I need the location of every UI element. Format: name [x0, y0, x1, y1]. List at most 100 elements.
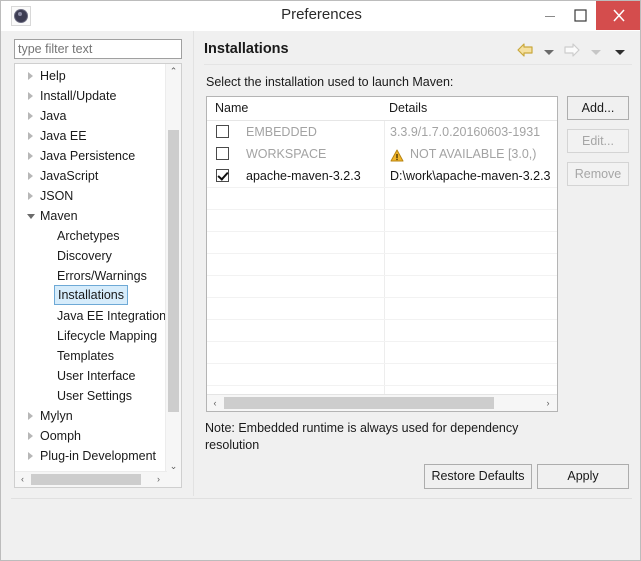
empty-row-separator — [207, 319, 557, 320]
chevron-right-icon[interactable] — [28, 112, 33, 120]
sidebar-item-mylyn[interactable]: Mylyn — [15, 406, 167, 426]
table-header-row: Name Details — [207, 97, 557, 121]
apply-label: Apply — [567, 469, 599, 483]
page-title: Installations — [204, 41, 289, 57]
empty-row-separator — [207, 187, 557, 188]
tree-hscroll-thumb[interactable] — [31, 474, 141, 485]
table-row[interactable]: EMBEDDED 3.3.9/1.7.0.20160603-1931 — [207, 121, 557, 143]
sidebar-item-label: Java — [40, 109, 67, 123]
chevron-down-icon[interactable] — [27, 214, 35, 219]
empty-row-separator — [207, 209, 557, 210]
minimize-button[interactable] — [534, 1, 565, 30]
column-header-details[interactable]: Details — [389, 97, 427, 120]
tree-scroll-up-arrow[interactable]: ⌃ — [166, 64, 181, 79]
sidebar-item-lifecycle-mapping[interactable]: Lifecycle Mapping — [15, 326, 167, 346]
filter-input[interactable] — [14, 39, 182, 59]
sidebar-item-maven[interactable]: Maven — [15, 206, 167, 226]
sidebar-item-label: JSON — [40, 189, 74, 203]
sidebar-item-java-ee[interactable]: Java EE — [15, 126, 167, 146]
dialog-footer: ? OK Cancel — [1, 499, 640, 554]
table-scroll-left-arrow[interactable]: ‹ — [207, 395, 223, 411]
row-checkbox[interactable] — [216, 125, 229, 138]
cell-details: D:\work\apache-maven-3.2.3 — [390, 169, 551, 183]
tree-scroll-right-arrow[interactable]: › — [151, 472, 166, 487]
tree-vscroll-thumb[interactable] — [168, 130, 179, 412]
sidebar-item-help[interactable]: Help — [15, 66, 167, 86]
sidebar-item-label: Oomph — [40, 429, 81, 443]
tree-horizontal-scrollbar[interactable]: ‹ › — [15, 471, 167, 487]
chevron-right-icon[interactable] — [28, 452, 33, 460]
add-button[interactable]: Add... — [567, 96, 629, 120]
panel-divider — [193, 31, 194, 496]
sidebar-item-oomph[interactable]: Oomph — [15, 426, 167, 446]
chevron-right-icon[interactable] — [28, 412, 33, 420]
restore-defaults-label: Restore Defaults — [431, 469, 525, 483]
sidebar-item-label: User Interface — [57, 369, 136, 383]
sidebar-item-install-update[interactable]: Install/Update — [15, 86, 167, 106]
sidebar-item-errors-warnings[interactable]: Errors/Warnings — [15, 266, 167, 286]
preferences-tree[interactable]: Help Install/Update Java Java EE Java Persis… — [14, 63, 182, 488]
sidebar-item-discovery[interactable]: Discovery — [15, 246, 167, 266]
sidebar-item-archetypes[interactable]: Archetypes — [15, 226, 167, 246]
edit-button[interactable]: Edit... — [567, 129, 629, 153]
row-checkbox[interactable] — [216, 147, 229, 160]
empty-row-separator — [207, 275, 557, 276]
sidebar-item-label: Plug-in Development — [40, 449, 157, 463]
back-arrow-icon[interactable] — [516, 42, 534, 63]
sidebar-item-label: Java Persistence — [40, 149, 136, 163]
add-button-label: Add... — [581, 101, 615, 115]
sidebar-item-label: Install/Update — [40, 89, 117, 103]
restore-defaults-button[interactable]: Restore Defaults — [424, 464, 532, 489]
table-row[interactable]: apache-maven-3.2.3 D:\work\apache-maven-3… — [207, 165, 557, 187]
table-scroll-right-arrow[interactable]: › — [540, 395, 556, 411]
tree-vertical-scrollbar[interactable]: ⌃ ⌄ — [165, 64, 181, 474]
sidebar-item-label: Discovery — [57, 249, 112, 263]
row-checkbox[interactable] — [216, 169, 229, 182]
sidebar-item-label: JavaScript — [40, 169, 99, 183]
apply-button[interactable]: Apply — [537, 464, 629, 489]
warning-triangle-icon — [390, 147, 404, 162]
sidebar-item-label: User Settings — [57, 389, 133, 403]
chevron-right-icon[interactable] — [28, 72, 33, 80]
chevron-right-icon[interactable] — [28, 152, 33, 160]
cell-name: apache-maven-3.2.3 — [246, 169, 361, 183]
tree-scroll-left-arrow[interactable]: ‹ — [15, 472, 30, 487]
sidebar-item-javascript[interactable]: JavaScript — [15, 166, 167, 186]
chevron-right-icon[interactable] — [28, 192, 33, 200]
chevron-right-icon[interactable] — [28, 92, 33, 100]
preferences-dialog: Preferences Help Install/Update Java Java E… — [0, 0, 641, 561]
installations-table[interactable]: Name Details EMBEDDED 3.3.9/1.7.0.2016060… — [206, 96, 558, 412]
chevron-right-icon[interactable] — [28, 132, 33, 140]
sidebar-item-user-interface[interactable]: User Interface — [15, 366, 167, 386]
back-history-chevron-down-icon[interactable] — [543, 50, 554, 55]
empty-row-separator — [207, 253, 557, 254]
sidebar-item-java-persistence[interactable]: Java Persistence — [15, 146, 167, 166]
sidebar-item-java-ee-integration[interactable]: Java EE Integration — [15, 306, 167, 326]
chevron-right-icon[interactable] — [28, 432, 33, 440]
table-hscroll-thumb[interactable] — [224, 397, 494, 409]
close-button[interactable] — [596, 1, 640, 30]
tree-item-list: Help Install/Update Java Java EE Java Persis… — [15, 66, 167, 486]
cell-details: 3.3.9/1.7.0.20160603-1931 — [390, 125, 541, 139]
table-horizontal-scrollbar[interactable]: ‹ › — [207, 394, 557, 411]
column-header-name[interactable]: Name — [215, 97, 248, 120]
empty-row-separator — [207, 231, 557, 232]
page-menu-chevron-down-icon[interactable] — [615, 50, 625, 55]
forward-arrow-icon — [563, 42, 581, 63]
forward-history-chevron-down-icon — [590, 50, 601, 55]
remove-button[interactable]: Remove — [567, 162, 629, 186]
chevron-right-icon[interactable] — [28, 172, 33, 180]
sidebar-item-label: Lifecycle Mapping — [57, 329, 158, 343]
empty-row-separator — [207, 363, 557, 364]
edit-button-label: Edit... — [582, 134, 614, 148]
sidebar-item-templates[interactable]: Templates — [15, 346, 167, 366]
sidebar-item-plug-in-development[interactable]: Plug-in Development — [15, 446, 167, 466]
table-row[interactable]: WORKSPACE NOT AVAILABLE [3.0,) — [207, 143, 557, 165]
empty-row-separator — [207, 385, 557, 386]
sidebar-item-label: Installations — [54, 285, 129, 305]
sidebar-item-java[interactable]: Java — [15, 106, 167, 126]
sidebar-item-user-settings[interactable]: User Settings — [15, 386, 167, 406]
maximize-button[interactable] — [565, 1, 596, 30]
sidebar-item-installations[interactable]: Installations — [15, 285, 167, 306]
sidebar-item-json[interactable]: JSON — [15, 186, 167, 206]
